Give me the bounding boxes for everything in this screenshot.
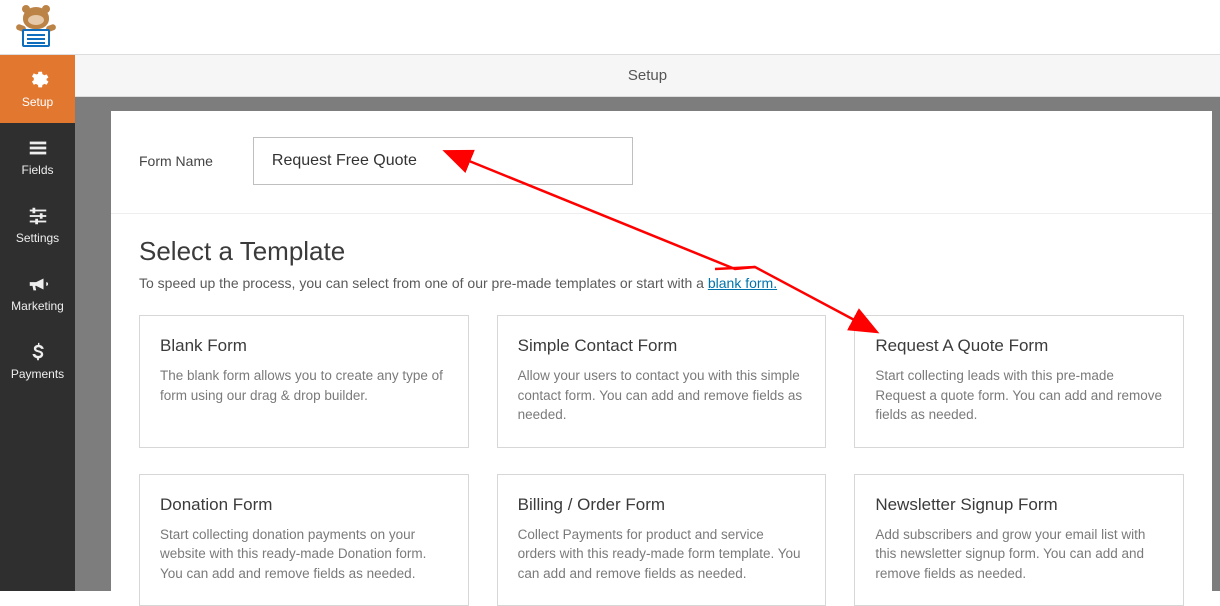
templates-intro: To speed up the process, you can select … [139, 275, 1184, 291]
sidebar-item-label: Marketing [11, 299, 64, 313]
form-name-row: Form Name [111, 111, 1212, 214]
sidebar: Setup Fields Settings Marketing Payments [0, 55, 75, 591]
form-name-input[interactable] [253, 137, 633, 185]
sidebar-item-label: Settings [16, 231, 59, 245]
sidebar-item-payments[interactable]: Payments [0, 327, 75, 395]
card-title: Request A Quote Form [875, 336, 1163, 356]
dollar-icon [27, 341, 49, 363]
sidebar-item-label: Fields [21, 163, 53, 177]
bullhorn-icon [27, 273, 49, 295]
sidebar-item-setup[interactable]: Setup [0, 55, 75, 123]
card-desc: Start collecting leads with this pre-mad… [875, 366, 1163, 425]
card-title: Simple Contact Form [518, 336, 806, 356]
template-cards: Blank Form The blank form allows you to … [139, 315, 1184, 606]
card-title: Donation Form [160, 495, 448, 515]
card-desc: Add subscribers and grow your email list… [875, 525, 1163, 584]
card-desc: Collect Payments for product and service… [518, 525, 806, 584]
card-title: Blank Form [160, 336, 448, 356]
sidebar-item-label: Payments [11, 367, 64, 381]
sidebar-item-marketing[interactable]: Marketing [0, 259, 75, 327]
blank-form-link[interactable]: blank form. [708, 275, 777, 291]
main-panel: Form Name Select a Template To speed up … [111, 111, 1212, 591]
gear-icon [27, 69, 49, 91]
template-card-simple-contact[interactable]: Simple Contact Form Allow your users to … [497, 315, 827, 448]
form-name-label: Form Name [139, 153, 213, 169]
page-title: Setup [628, 67, 667, 84]
templates-heading: Select a Template [139, 236, 1184, 267]
template-card-billing[interactable]: Billing / Order Form Collect Payments fo… [497, 474, 827, 606]
header-bar: Setup [75, 55, 1220, 97]
fields-icon [27, 137, 49, 159]
intro-text: To speed up the process, you can select … [139, 275, 708, 291]
sidebar-item-fields[interactable]: Fields [0, 123, 75, 191]
stage: Form Name Select a Template To speed up … [75, 97, 1220, 591]
top-strip [0, 0, 1220, 55]
card-title: Newsletter Signup Form [875, 495, 1163, 515]
card-desc: Allow your users to contact you with thi… [518, 366, 806, 425]
card-desc: The blank form allows you to create any … [160, 366, 448, 405]
template-card-request-quote[interactable]: Request A Quote Form Start collecting le… [854, 315, 1184, 448]
sidebar-item-settings[interactable]: Settings [0, 191, 75, 259]
sidebar-item-label: Setup [22, 95, 53, 109]
card-desc: Start collecting donation payments on yo… [160, 525, 448, 584]
sliders-icon [27, 205, 49, 227]
template-card-newsletter[interactable]: Newsletter Signup Form Add subscribers a… [854, 474, 1184, 606]
mascot-logo [14, 5, 58, 49]
template-card-donation[interactable]: Donation Form Start collecting donation … [139, 474, 469, 606]
template-section: Select a Template To speed up the proces… [111, 214, 1212, 606]
template-card-blank[interactable]: Blank Form The blank form allows you to … [139, 315, 469, 448]
card-title: Billing / Order Form [518, 495, 806, 515]
